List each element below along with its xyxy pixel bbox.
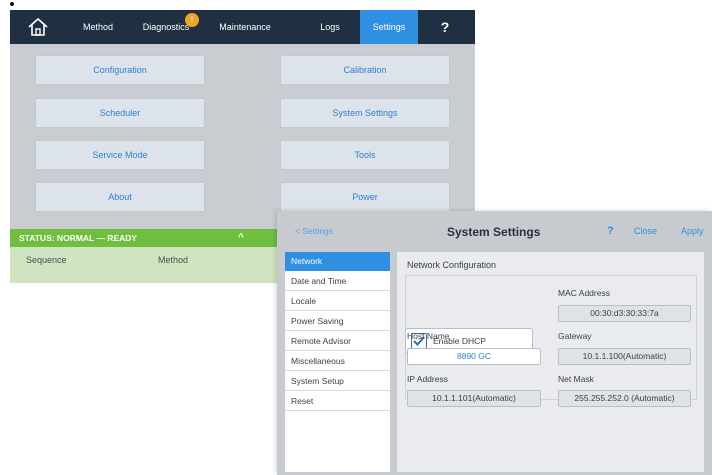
home-button[interactable]	[16, 14, 60, 40]
tools-button[interactable]: Tools	[280, 140, 450, 170]
diagnostics-alert-badge: !	[185, 13, 199, 27]
tab-settings[interactable]: Settings	[360, 10, 418, 44]
sequence-column-header: Sequence	[26, 255, 67, 265]
net-mask-field: 255.255.252.0 (Automatic)	[558, 390, 691, 407]
system-settings-dialog: < Settings System Settings ? Close Apply…	[277, 211, 712, 475]
mac-address-label: MAC Address	[558, 288, 610, 298]
network-configuration-title: Network Configuration	[407, 260, 497, 270]
dialog-help-button[interactable]: ?	[607, 225, 614, 237]
dialog-header: < Settings System Settings ? Close Apply	[277, 211, 712, 251]
configuration-button[interactable]: Configuration	[35, 55, 205, 85]
gateway-label: Gateway	[558, 331, 592, 341]
apply-button[interactable]: Apply	[681, 226, 704, 236]
service-mode-button[interactable]: Service Mode	[35, 140, 205, 170]
gateway-field: 10.1.1.100(Automatic)	[558, 348, 691, 365]
chevron-up-icon[interactable]: ^	[238, 229, 244, 247]
host-name-input[interactable]: 8890 GC	[407, 348, 541, 365]
method-column-header: Method	[158, 255, 189, 265]
home-icon	[28, 17, 48, 36]
about-button[interactable]: About	[35, 182, 205, 212]
dialog-title: System Settings	[447, 225, 541, 239]
ip-address-label: IP Address	[407, 374, 448, 384]
settings-nav-list: Network Date and Time Locale Power Savin…	[285, 252, 390, 472]
top-navigation-bar: Method Diagnostics ! Maintenance Logs Se…	[10, 10, 475, 44]
net-mask-label: Net Mask	[558, 374, 594, 384]
power-button[interactable]: Power	[280, 182, 450, 212]
tab-maintenance[interactable]: Maintenance	[206, 10, 284, 44]
corner-dot	[10, 2, 14, 6]
tab-logs[interactable]: Logs	[302, 10, 358, 44]
nav-item-network[interactable]: Network	[285, 252, 390, 271]
nav-item-miscellaneous[interactable]: Miscellaneous	[285, 352, 390, 371]
status-text: STATUS: NORMAL — READY	[19, 233, 138, 243]
mac-address-field: 00:30:d3:30:33:7a	[558, 305, 691, 322]
calibration-button[interactable]: Calibration	[280, 55, 450, 85]
nav-item-system-setup[interactable]: System Setup	[285, 372, 390, 391]
system-settings-button[interactable]: System Settings	[280, 98, 450, 128]
host-name-label: Host Name	[407, 331, 450, 341]
help-button[interactable]: ?	[430, 10, 460, 44]
nav-item-power-saving[interactable]: Power Saving	[285, 312, 390, 331]
ip-address-field: 10.1.1.101(Automatic)	[407, 390, 541, 407]
nav-item-reset[interactable]: Reset	[285, 392, 390, 411]
scheduler-button[interactable]: Scheduler	[35, 98, 205, 128]
tab-method[interactable]: Method	[70, 10, 126, 44]
nav-item-date-and-time[interactable]: Date and Time	[285, 272, 390, 291]
nav-item-remote-advisor[interactable]: Remote Advisor	[285, 332, 390, 351]
nav-item-locale[interactable]: Locale	[285, 292, 390, 311]
network-settings-panel: Network Configuration Enable DHCP MAC Ad…	[397, 252, 704, 472]
close-button[interactable]: Close	[634, 226, 657, 236]
back-to-settings-link[interactable]: < Settings	[295, 226, 333, 236]
